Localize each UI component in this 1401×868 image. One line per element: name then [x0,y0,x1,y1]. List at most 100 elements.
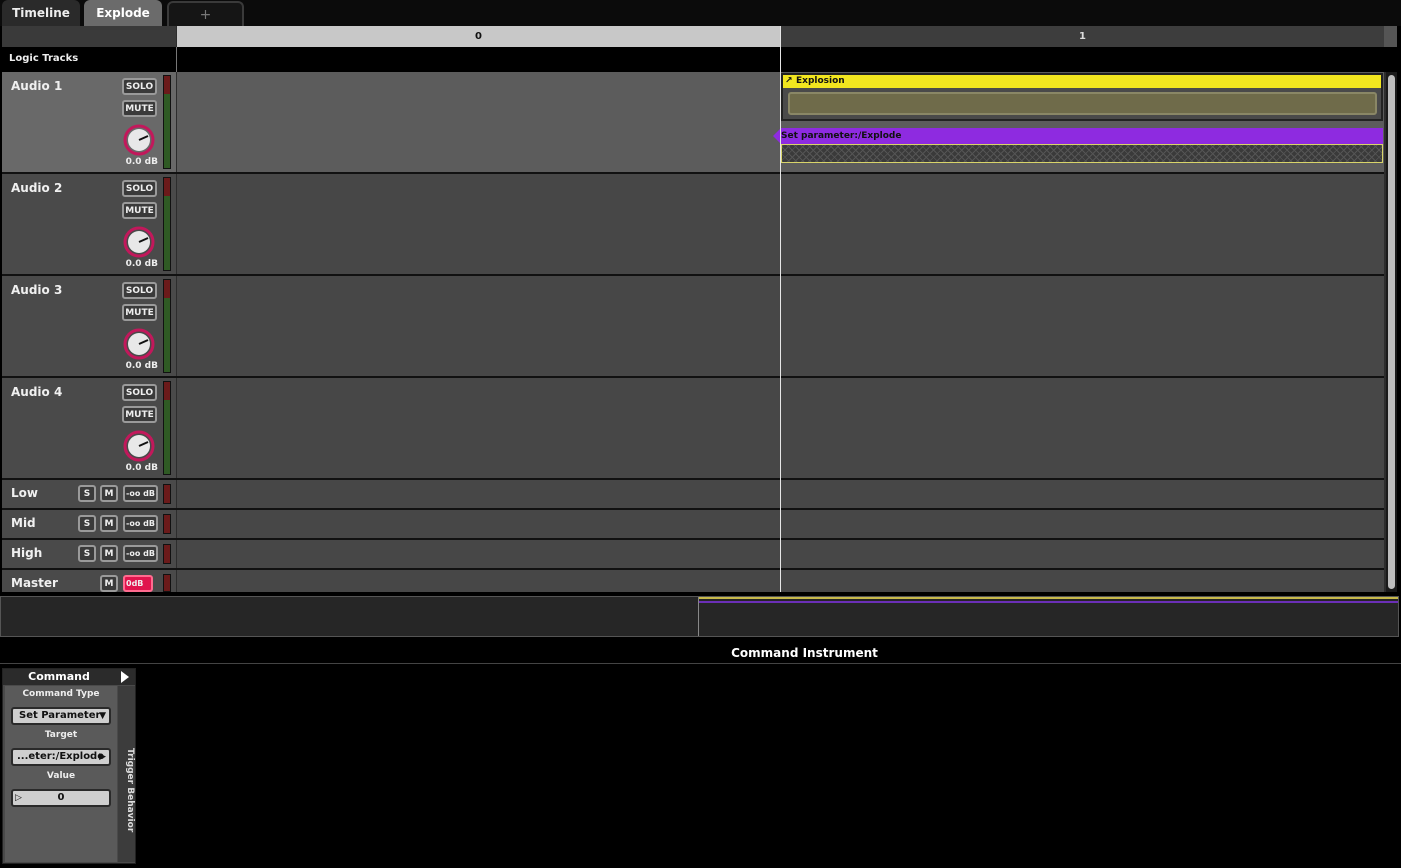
solo-button[interactable]: SOLO [122,78,157,95]
level-meter [163,75,171,169]
track-audio-4: Audio 4 SOLO MUTE 0.0 dB [2,378,1384,478]
tab-bar: Timeline Explode + [0,0,1401,26]
tab-explode[interactable]: Explode [84,0,162,26]
value-arrow-icon: ▷ [15,793,22,803]
track-header[interactable]: Low S M -oo dB [2,480,176,508]
event-editor: 0 1 Logic Tracks Audio 1 SOLO MUTE 0.0 d… [2,26,1397,592]
set-parameter-label: Set parameter:/Explode [781,131,902,141]
overview-explosion-marker [699,597,1398,599]
track-name: Mid [11,516,36,530]
mute-button[interactable]: MUTE [122,304,157,321]
volume-knob[interactable] [123,226,155,258]
track-audio-3: Audio 3 SOLO MUTE 0.0 dB [2,276,1384,376]
mute-button[interactable]: M [100,485,118,502]
volume-knob[interactable] [123,328,155,360]
tab-timeline[interactable]: Timeline [2,0,80,26]
ruler-end [1384,26,1397,47]
explosion-instrument-name: Explosion [796,76,845,86]
command-panel-title: Command [28,670,90,683]
gain-readout: 0.0 dB [125,259,158,269]
divider [176,47,177,72]
trigger-behavior-tab[interactable]: Trigger Behavior [118,686,135,862]
gain-fader[interactable]: -oo dB [123,485,158,502]
gain-readout: 0.0 dB [125,361,158,371]
level-meter [163,514,171,534]
ruler-marker-0[interactable]: 0 [177,26,780,47]
track-header[interactable]: Mid S M -oo dB [2,510,176,538]
mute-button[interactable]: M [100,515,118,532]
gain-readout: 0.0 dB [125,157,158,167]
scrollbar-thumb[interactable] [1388,75,1395,589]
target-label: Target [44,730,78,740]
level-meter [163,279,171,373]
level-meter [163,177,171,271]
logic-tracks-label: Logic Tracks [9,53,79,64]
mute-button[interactable]: MUTE [122,202,157,219]
gain-fader[interactable]: -oo dB [123,545,158,562]
overview-automation-marker [699,601,1398,603]
value-label: Value [46,771,76,781]
target-value: ...eter:/Explode [17,751,105,762]
track-name: High [11,546,43,560]
deck-title: Command Instrument [0,643,1401,664]
command-type-label: Command Type [22,689,100,699]
track-name: Master [11,576,58,590]
track-bus-high: High S M -oo dB [2,540,1384,568]
mute-button[interactable]: M [100,545,118,562]
volume-knob[interactable] [123,430,155,462]
command-panel-header: Command [3,669,135,685]
mute-button[interactable]: M [100,575,118,592]
vertical-scrollbar[interactable] [1386,72,1397,592]
track-header[interactable]: Audio 4 SOLO MUTE 0.0 dB [2,378,176,478]
mute-button[interactable]: MUTE [122,406,157,423]
gain-readout: 0.0 dB [125,463,158,473]
track-header[interactable]: Audio 2 SOLO MUTE 0.0 dB [2,174,176,274]
track-master: Master M 0dB [2,570,1384,592]
value-field[interactable]: ▷ 0 [11,789,111,807]
command-panel: Command Command Type Set Parameter ▼ Tar… [2,668,136,864]
track-name: Audio 1 [11,79,63,93]
level-meter [163,574,171,592]
track-name: Audio 2 [11,181,63,195]
play-icon[interactable] [121,671,129,683]
explosion-instrument[interactable]: ↗ Explosion [781,73,1383,121]
track-audio-2: Audio 2 SOLO MUTE 0.0 dB [2,174,1384,274]
level-meter [163,484,171,504]
reference-arrow-icon: ↗ [785,76,793,86]
solo-button[interactable]: SOLO [122,180,157,197]
dropdown-arrow-icon: ▼ [99,711,106,721]
add-tab-button[interactable]: + [167,1,244,26]
ruler-marker-1[interactable]: 1 [781,26,1384,47]
master-gain-fader[interactable]: 0dB [123,575,153,592]
solo-button[interactable]: SOLO [122,384,157,401]
track-name: Low [11,486,38,500]
solo-button[interactable]: SOLO [122,282,157,299]
target-arrow-icon: ▶ [99,752,106,762]
track-header[interactable]: High S M -oo dB [2,540,176,568]
level-meter [163,381,171,475]
track-header[interactable]: Master M 0dB [2,570,176,592]
command-panel-body: Command Type Set Parameter ▼ Target ...e… [5,686,117,862]
command-type-dropdown[interactable]: Set Parameter ▼ [11,707,111,725]
volume-knob[interactable] [123,124,155,156]
solo-button[interactable]: S [78,545,96,562]
track-bus-low: Low S M -oo dB [2,480,1384,508]
set-parameter-automation[interactable]: Set parameter:/Explode [773,128,1383,144]
solo-button[interactable]: S [78,485,96,502]
playhead-cursor[interactable] [780,26,781,592]
set-parameter-region[interactable] [781,144,1383,163]
track-name: Audio 4 [11,385,63,399]
gain-fader[interactable]: -oo dB [123,515,158,532]
target-field[interactable]: ...eter:/Explode ▶ [11,748,111,766]
mute-button[interactable]: MUTE [122,100,157,117]
trigger-behavior-label: Trigger Behavior [125,748,135,833]
explosion-instrument-region [788,92,1377,115]
track-header[interactable]: Audio 3 SOLO MUTE 0.0 dB [2,276,176,376]
explosion-instrument-header: ↗ Explosion [783,75,1381,88]
track-header[interactable]: Audio 1 SOLO MUTE 0.0 dB [2,72,176,172]
timeline-overview[interactable] [0,596,1399,637]
track-name: Audio 3 [11,283,63,297]
solo-button[interactable]: S [78,515,96,532]
ruler-spacer [2,26,176,47]
logic-tracks-header: Logic Tracks [2,47,1397,72]
